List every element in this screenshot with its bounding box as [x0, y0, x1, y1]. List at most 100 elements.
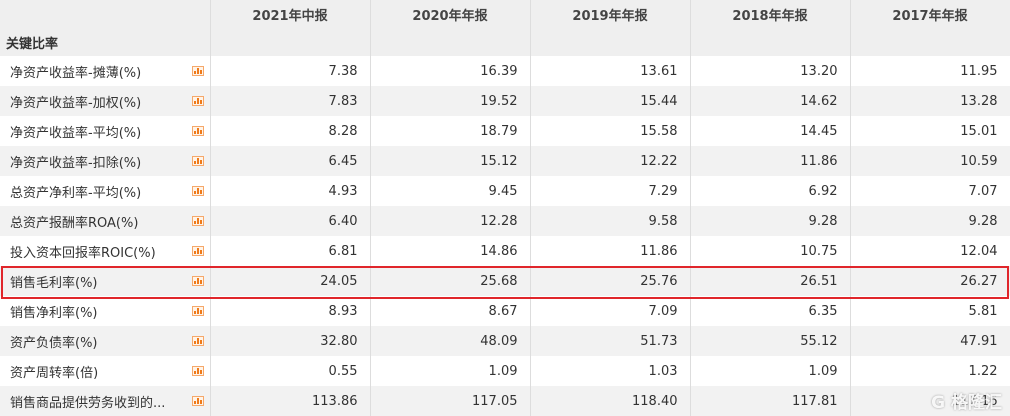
cell-value: 15.58 — [530, 116, 691, 146]
cell-value: 1.03 — [530, 356, 691, 386]
row-label: 销售净利率(%) — [10, 305, 98, 321]
bar-chart-icon[interactable] — [191, 366, 204, 376]
row-label: 资产周转率(倍) — [10, 365, 99, 381]
table-row: 净资产收益率-平均(%) 8.28 18.79 15.58 14.45 15.01 — [0, 116, 1010, 146]
cell-value: 117.05 — [370, 386, 531, 416]
table-row: 净资产收益率-扣除(%) 6.45 15.12 12.22 11.86 10.59 — [0, 146, 1010, 176]
cell-value: 12.22 — [530, 146, 691, 176]
cell-value: 1.09 — [370, 356, 531, 386]
cell-value: 47.91 — [850, 326, 1010, 356]
cell-value: 11.86 — [690, 146, 851, 176]
table-row: 销售毛利率(%) 24.05 25.68 25.76 26.51 26.27 — [0, 266, 1010, 296]
row-label: 净资产收益率-平均(%) — [10, 125, 142, 141]
cell-value: 4.93 — [210, 176, 371, 206]
cell-value: 15.44 — [530, 86, 691, 116]
cell-value: 19.52 — [370, 86, 531, 116]
cell-value: 10.59 — [850, 146, 1010, 176]
cell-value: 7.29 — [530, 176, 691, 206]
column-header: 2017年年报 — [850, 0, 1010, 28]
row-label: 净资产收益率-加权(%) — [10, 95, 142, 111]
bar-chart-icon[interactable] — [191, 126, 204, 136]
column-header: 2020年年报 — [370, 0, 531, 28]
bar-chart-icon[interactable] — [191, 186, 204, 196]
bar-chart-icon[interactable] — [191, 336, 204, 346]
bar-chart-icon[interactable] — [191, 396, 204, 406]
cell-value: 15.01 — [850, 116, 1010, 146]
table-row: 销售商品提供劳务收到的... 113.86 117.05 118.40 117.81 11… — [0, 386, 1010, 416]
section-title: 关键比率 — [0, 28, 211, 56]
cell-value: 1.22 — [850, 356, 1010, 386]
row-label: 净资产收益率-摊薄(%) — [10, 65, 142, 81]
cell-value: 117.81 — [690, 386, 851, 416]
cell-value: 9.58 — [530, 206, 691, 236]
cell-value: 6.45 — [210, 146, 371, 176]
cell-value: 8.67 — [370, 296, 531, 326]
cell-value: 13.20 — [690, 56, 851, 86]
table-row: 销售净利率(%) 8.93 8.67 7.09 6.35 5.81 — [0, 296, 1010, 326]
cell-value: 11.95 — [850, 56, 1010, 86]
table-row: 净资产收益率-摊薄(%) 7.38 16.39 13.61 13.20 11.95 — [0, 56, 1010, 86]
cell-value: 9.28 — [690, 206, 851, 236]
column-header: 2018年年报 — [690, 0, 851, 28]
column-header — [0, 0, 211, 28]
cell-value: 6.81 — [210, 236, 371, 266]
cell-value: 7.09 — [530, 296, 691, 326]
cell-value: 25.76 — [530, 266, 691, 296]
cell-value: 25.68 — [370, 266, 531, 296]
table-row: 资产负债率(%) 32.80 48.09 51.73 55.12 47.91 — [0, 326, 1010, 356]
cell-value: 12.04 — [850, 236, 1010, 266]
cell-value: 11.86 — [530, 236, 691, 266]
cell-value: 14.45 — [690, 116, 851, 146]
cell-value: 6.40 — [210, 206, 371, 236]
cell-value: 18.79 — [370, 116, 531, 146]
cell-value: 24.05 — [210, 266, 371, 296]
row-label: 总资产净利率-平均(%) — [10, 185, 142, 201]
cell-value: 5.81 — [850, 296, 1010, 326]
cell-value: 10.75 — [690, 236, 851, 266]
cell-value: 7.83 — [210, 86, 371, 116]
cell-value: 118.40 — [530, 386, 691, 416]
cell-value: 48.09 — [370, 326, 531, 356]
row-label: 资产负债率(%) — [10, 335, 98, 351]
financial-ratios-table: 2021年中报 2020年年报 2019年年报 2018年年报 2017年年报 关键比率… — [0, 0, 1010, 416]
cell-value: 113.86 — [210, 386, 371, 416]
bar-chart-icon[interactable] — [191, 306, 204, 316]
table-row: 总资产报酬率ROA(%) 6.40 12.28 9.58 9.28 9.28 — [0, 206, 1010, 236]
column-header: 2019年年报 — [530, 0, 691, 28]
cell-value: 26.51 — [690, 266, 851, 296]
cell-value: 7.07 — [850, 176, 1010, 206]
cell-value: 13.28 — [850, 86, 1010, 116]
bar-chart-icon[interactable] — [191, 246, 204, 256]
row-label: 销售商品提供劳务收到的... — [10, 395, 166, 411]
cell-value: 9.28 — [850, 206, 1010, 236]
table-row: 资产周转率(倍) 0.55 1.09 1.03 1.09 1.22 — [0, 356, 1010, 386]
cell-value: 16.39 — [370, 56, 531, 86]
bar-chart-icon[interactable] — [191, 276, 204, 286]
watermark-logo: G 格隆汇 — [931, 393, 1002, 413]
table-row: 总资产净利率-平均(%) 4.93 9.45 7.29 6.92 7.07 — [0, 176, 1010, 206]
cell-value: 8.93 — [210, 296, 371, 326]
cell-value: 55.12 — [690, 326, 851, 356]
table-row: 净资产收益率-加权(%) 7.83 19.52 15.44 14.62 13.28 — [0, 86, 1010, 116]
cell-value: 51.73 — [530, 326, 691, 356]
cell-value: 6.92 — [690, 176, 851, 206]
column-header: 2021年中报 — [210, 0, 371, 28]
cell-value: 7.38 — [210, 56, 371, 86]
cell-value: 8.28 — [210, 116, 371, 146]
cell-value: 12.28 — [370, 206, 531, 236]
bar-chart-icon[interactable] — [191, 156, 204, 166]
row-label: 总资产报酬率ROA(%) — [10, 215, 139, 231]
cell-value: 26.27 — [850, 266, 1010, 296]
table-row: 投入资本回报率ROIC(%) 6.81 14.86 11.86 10.75 12.04 — [0, 236, 1010, 266]
bar-chart-icon[interactable] — [191, 96, 204, 106]
cell-value: 14.62 — [690, 86, 851, 116]
cell-value: 0.55 — [210, 356, 371, 386]
cell-value: 13.61 — [530, 56, 691, 86]
row-label: 投入资本回报率ROIC(%) — [10, 245, 156, 261]
row-label: 净资产收益率-扣除(%) — [10, 155, 142, 171]
cell-value: 6.35 — [690, 296, 851, 326]
bar-chart-icon[interactable] — [191, 66, 204, 76]
bar-chart-icon[interactable] — [191, 216, 204, 226]
cell-value: 15.12 — [370, 146, 531, 176]
cell-value: 9.45 — [370, 176, 531, 206]
